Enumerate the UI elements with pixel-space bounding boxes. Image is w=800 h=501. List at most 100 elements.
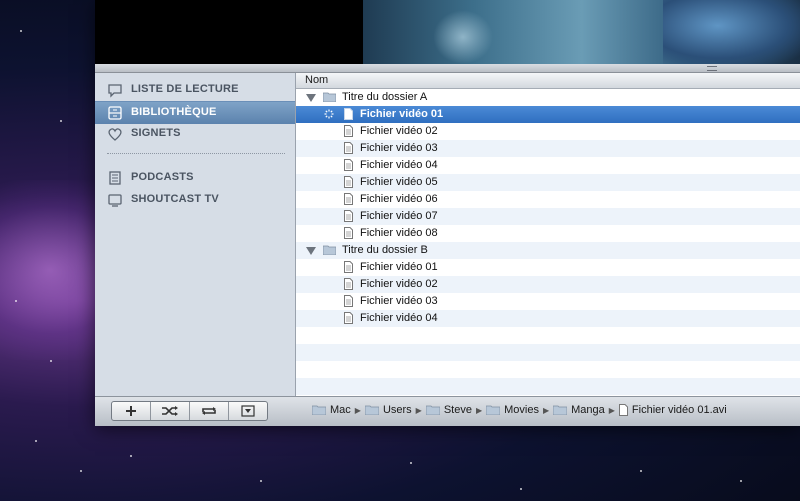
row-label: Fichier vidéo 02 — [360, 125, 438, 137]
file-icon — [618, 404, 628, 416]
folder-row[interactable]: Titre du dossier A — [296, 89, 800, 106]
row-label: Titre du dossier B — [342, 244, 428, 256]
menu-dropdown-button[interactable] — [229, 402, 267, 420]
folder-icon — [364, 405, 379, 415]
row-label: Fichier vidéo 01 — [360, 108, 444, 120]
file-icon — [344, 210, 353, 222]
add-icon — [126, 406, 136, 416]
folder-icon — [553, 405, 568, 415]
path-crumb[interactable]: Steve ▶ — [425, 404, 486, 416]
file-row[interactable]: Fichier vidéo 01 — [296, 106, 800, 123]
file-icon — [344, 176, 353, 188]
sidebar-item-playlist[interactable]: LISTE DE LECTURE — [95, 79, 295, 101]
file-row[interactable]: Fichier vidéo 05 — [296, 174, 800, 191]
file-row[interactable]: Fichier vidéo 03 — [296, 140, 800, 157]
path-crumb[interactable]: Fichier vidéo 01.avi — [618, 404, 727, 416]
path-separator-icon: ▶ — [542, 405, 550, 415]
empty-row — [296, 378, 800, 395]
file-row[interactable]: Fichier vidéo 02 — [296, 276, 800, 293]
split-resize-handle[interactable] — [95, 64, 800, 73]
path-separator-icon: ▶ — [354, 405, 361, 415]
add-button[interactable] — [112, 402, 151, 420]
grip-icon — [707, 66, 717, 71]
file-icon — [344, 278, 353, 290]
path-crumb-label: Mac — [330, 404, 351, 416]
folder-icon — [323, 245, 336, 255]
column-header-label: Nom — [305, 74, 329, 86]
heart-icon — [108, 128, 122, 141]
row-label: Fichier vidéo 06 — [360, 193, 438, 205]
shuffle-button[interactable] — [151, 402, 190, 420]
star — [15, 300, 17, 302]
file-icon — [344, 108, 353, 120]
file-row[interactable]: Fichier vidéo 06 — [296, 191, 800, 208]
file-row[interactable]: Fichier vidéo 08 — [296, 225, 800, 242]
star — [260, 480, 262, 482]
folder-icon — [323, 92, 336, 102]
sidebar-divider — [107, 153, 285, 154]
folder-icon — [486, 405, 501, 415]
folder-row[interactable]: Titre du dossier B — [296, 242, 800, 259]
video-highlight — [433, 10, 493, 64]
tv-icon — [108, 194, 122, 207]
loading-spinner-icon — [324, 109, 334, 119]
folder-icon — [425, 405, 440, 415]
star — [410, 462, 412, 464]
sidebar-item-label: SIGNETS — [131, 127, 181, 139]
empty-row — [296, 344, 800, 361]
shuffle-icon — [162, 406, 178, 416]
column-header-name[interactable]: Nom — [296, 73, 800, 89]
file-icon — [344, 125, 353, 137]
star — [130, 455, 132, 457]
file-icon — [344, 159, 353, 171]
sidebar-item-shoutcast-tv[interactable]: SHOUTCAST TV — [95, 189, 295, 211]
path-crumb[interactable]: Manga ▶ — [553, 404, 619, 416]
star — [50, 360, 52, 362]
file-row[interactable]: Fichier vidéo 04 — [296, 157, 800, 174]
star — [35, 440, 37, 442]
video-preview[interactable] — [95, 0, 800, 64]
file-icon — [344, 193, 353, 205]
row-label: Fichier vidéo 07 — [360, 210, 438, 222]
sidebar-item-label: BIBLIOTHÈQUE — [131, 106, 217, 118]
disclosure-triangle-icon[interactable] — [306, 247, 316, 255]
file-icon — [344, 312, 353, 324]
sidebar-item-label: PODCASTS — [131, 171, 194, 183]
path-separator-icon: ▶ — [415, 405, 422, 415]
row-label: Fichier vidéo 03 — [360, 295, 438, 307]
row-label: Titre du dossier A — [342, 91, 428, 103]
file-row[interactable]: Fichier vidéo 07 — [296, 208, 800, 225]
star — [640, 470, 642, 472]
row-label: Fichier vidéo 05 — [360, 176, 438, 188]
sidebar-item-label: SHOUTCAST TV — [131, 193, 219, 205]
sidebar-item-bookmarks[interactable]: SIGNETS — [95, 123, 295, 145]
path-crumb[interactable]: Mac ▶ — [312, 404, 365, 416]
file-icon — [344, 227, 353, 239]
empty-row — [296, 327, 800, 344]
path-crumb-label: Movies — [504, 404, 539, 416]
document-icon — [109, 171, 121, 185]
star — [520, 488, 522, 490]
sidebar-item-library[interactable]: BIBLIOTHÈQUE — [95, 101, 295, 124]
empty-row — [296, 361, 800, 378]
media-player-window: LISTE DE LECTURE BIBLIOTHÈQUE SIGNETS PO… — [95, 0, 800, 426]
file-row[interactable]: Fichier vidéo 03 — [296, 293, 800, 310]
file-row[interactable]: Fichier vidéo 01 — [296, 259, 800, 276]
file-rows: Titre du dossier A Fichier vidéo 01 Fich… — [296, 89, 800, 396]
star — [60, 120, 62, 122]
row-label: Fichier vidéo 04 — [360, 312, 438, 324]
sidebar-item-podcasts[interactable]: PODCASTS — [95, 167, 295, 189]
file-row[interactable]: Fichier vidéo 02 — [296, 123, 800, 140]
disclosure-triangle-icon[interactable] — [306, 94, 316, 102]
file-row[interactable]: Fichier vidéo 04 — [296, 310, 800, 327]
row-label: Fichier vidéo 01 — [360, 261, 438, 273]
path-crumb[interactable]: Users ▶ — [364, 404, 426, 416]
repeat-button[interactable] — [190, 402, 229, 420]
path-crumb-label: Users — [382, 404, 412, 416]
row-label: Fichier vidéo 02 — [360, 278, 438, 290]
row-label: Fichier vidéo 08 — [360, 227, 438, 239]
row-label: Fichier vidéo 04 — [360, 159, 438, 171]
path-crumb[interactable]: Movies ▶ — [486, 404, 553, 416]
path-bar: Mac ▶ Users ▶ Steve ▶ Movies ▶ Manga ▶ F… — [312, 404, 727, 416]
repeat-icon — [202, 407, 216, 415]
